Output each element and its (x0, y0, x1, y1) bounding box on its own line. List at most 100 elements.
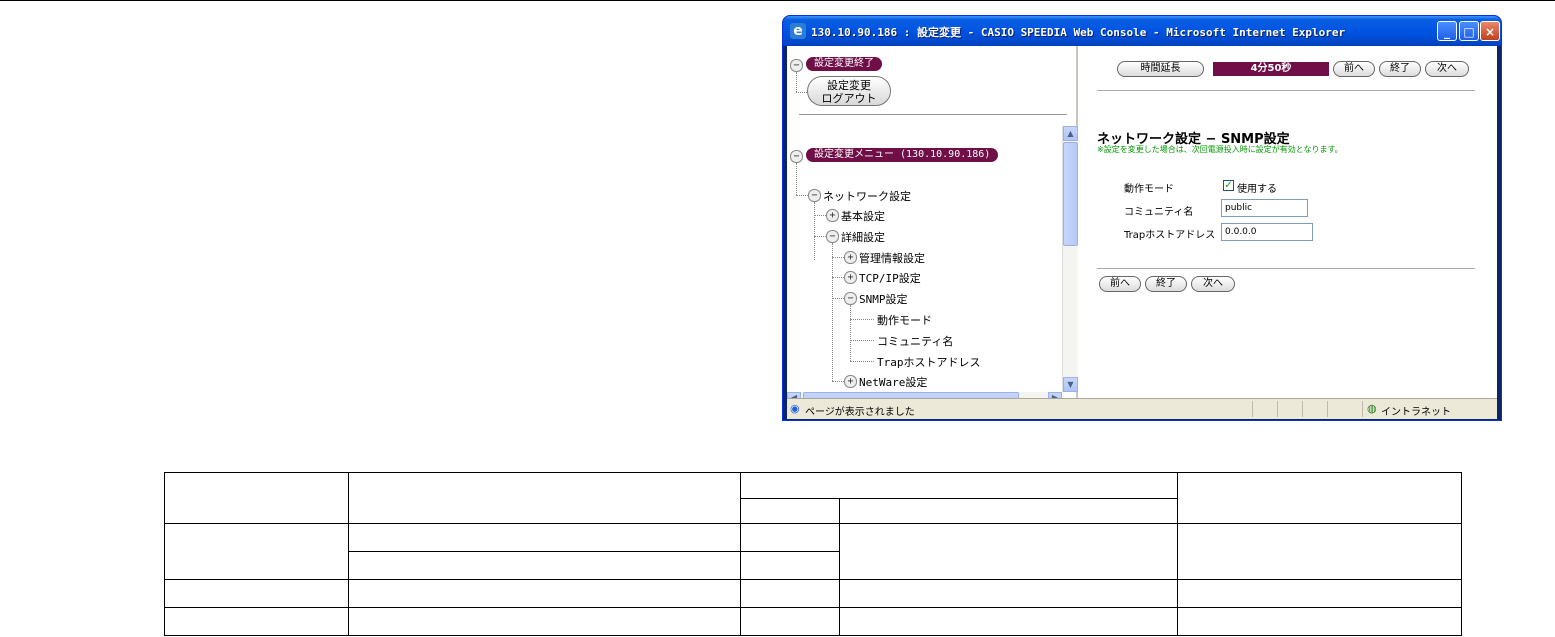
tree-toggle-netware[interactable]: + (844, 375, 857, 388)
end-button-top[interactable]: 終了 (1379, 61, 1421, 77)
tree-item-snmp-settings[interactable]: SNMP設定 (859, 291, 908, 307)
header-rule (1097, 90, 1475, 91)
table-cell (348, 472, 741, 524)
tree-toggle-snmp[interactable]: − (844, 292, 857, 305)
table-cell (164, 607, 349, 636)
footer-rule (1097, 268, 1475, 269)
tree-connector (832, 277, 844, 278)
table-cell (740, 498, 840, 524)
table-cell (164, 579, 349, 608)
logout-button[interactable]: 設定変更 ログアウト (807, 76, 891, 106)
tree-connector (832, 257, 844, 258)
status-separator (1327, 401, 1328, 417)
tree-item-netware-settings[interactable]: NetWare設定 (859, 374, 927, 390)
scroll-down-arrow-icon[interactable]: ▼ (1063, 377, 1078, 392)
maximize-button[interactable]: □ (1459, 21, 1479, 41)
content-frame: 時間延長 4分50秒 前へ 終了 次へ ネットワーク設定 − SNMP設定 ※設… (1079, 46, 1497, 404)
tree-connector (796, 163, 797, 195)
tree-item-management-info[interactable]: 管理情報設定 (859, 250, 925, 266)
window-title: 130.10.90.186 : 設定変更 - CASIO SPEEDIA Web… (811, 26, 1346, 39)
table-cell (839, 523, 1178, 580)
table-cell (164, 472, 349, 524)
table-cell (348, 607, 741, 636)
prev-button-bottom[interactable]: 前へ (1099, 276, 1141, 292)
table-cell (839, 498, 1178, 524)
vertical-scrollbar[interactable]: ▲ ▼ (1062, 126, 1078, 392)
browser-client-area: − 設定変更終了 設定変更 ログアウト − 設定変更メニュー (130.10.9… (787, 46, 1497, 404)
scroll-up-arrow-icon[interactable]: ▲ (1063, 126, 1078, 141)
table-cell (1177, 472, 1462, 524)
tree-item-tcpip-settings[interactable]: TCP/IP設定 (859, 270, 921, 286)
table-cell (1177, 579, 1462, 608)
end-section-collapse-toggle[interactable]: − (790, 59, 803, 72)
tree-connector (796, 72, 797, 92)
tree-item-detail-settings[interactable]: 詳細設定 (841, 229, 885, 245)
tree-connector (832, 381, 844, 382)
internet-explorer-icon: e (790, 23, 806, 39)
table-cell (740, 472, 1178, 499)
status-separator (1302, 401, 1303, 417)
table-cell (740, 523, 840, 552)
table-cell (164, 523, 349, 580)
tree-item-community-name[interactable]: コミュニティ名 (877, 333, 953, 349)
browser-window: e 130.10.90.186 : 設定変更 - CASIO SPEEDIA W… (783, 16, 1501, 420)
tree-connector (850, 319, 874, 320)
intranet-zone-icon: ◍ (1367, 402, 1377, 415)
page-loaded-icon: ◉ (790, 402, 800, 415)
tree-toggle-basic[interactable]: + (826, 209, 839, 222)
table-cell (839, 579, 1178, 608)
table-cell (1177, 523, 1462, 580)
tree-connector (850, 340, 874, 341)
tree-connector (850, 305, 851, 361)
settings-menu-pill: 設定変更メニュー (130.10.90.186) (806, 148, 999, 162)
tree-connector (814, 236, 826, 237)
tree-item-network-settings[interactable]: ネットワーク設定 (823, 188, 911, 204)
extend-time-button[interactable]: 時間延長 (1117, 61, 1204, 77)
tree-connector (832, 243, 833, 381)
tree-connector (850, 361, 874, 362)
status-separator (1252, 401, 1253, 417)
tree-connector (796, 92, 807, 93)
table-cell (1177, 607, 1462, 636)
table-cell (348, 579, 741, 608)
close-button[interactable]: × (1480, 21, 1500, 41)
logout-button-line2: ログアウト (821, 92, 877, 105)
status-message: ページが表示されました (805, 407, 915, 418)
tree-toggle-tcpip[interactable]: + (844, 271, 857, 284)
settings-end-pill: 設定変更終了 (806, 57, 882, 71)
tree-item-trap-host-address[interactable]: Trapホストアドレス (877, 354, 981, 370)
settings-note: ※設定を変更した場合は、次回電源投入時に設定が有効となります。 (1097, 145, 1343, 154)
community-name-input[interactable]: public (1221, 199, 1308, 217)
empty-table (164, 472, 1462, 636)
tree-toggle-detail[interactable]: − (826, 230, 839, 243)
status-separator (1277, 401, 1278, 417)
minimize-button[interactable]: _ (1437, 21, 1457, 41)
tree-connector (832, 298, 844, 299)
frame-divider (799, 114, 1067, 115)
operation-mode-checkbox[interactable]: ✓ (1223, 180, 1234, 191)
logout-button-line1: 設定変更 (827, 79, 871, 92)
tree-item-basic-settings[interactable]: 基本設定 (841, 208, 885, 224)
menu-collapse-toggle[interactable]: − (790, 150, 803, 163)
tree-connector (814, 202, 815, 260)
title-bar[interactable]: e 130.10.90.186 : 設定変更 - CASIO SPEEDIA W… (783, 16, 1501, 46)
vertical-scroll-thumb[interactable] (1063, 142, 1078, 246)
tree-item-operation-mode[interactable]: 動作モード (877, 312, 932, 328)
status-bar: ◉ ページが表示されました ◍ イントラネット (787, 398, 1497, 419)
trap-host-address-label: Trapホストアドレス (1124, 230, 1216, 241)
prev-button-top[interactable]: 前へ (1333, 61, 1375, 77)
tree-toggle-management[interactable]: + (844, 251, 857, 264)
community-name-label: コミュニティ名 (1124, 207, 1194, 218)
session-timer: 4分50秒 (1213, 62, 1329, 76)
operation-mode-checkbox-label[interactable]: 使用する (1237, 180, 1277, 195)
end-button-bottom[interactable]: 終了 (1145, 276, 1187, 292)
table-cell (740, 579, 840, 608)
tree-connector (796, 195, 808, 196)
table-cell (740, 551, 840, 580)
trap-host-address-input[interactable]: 0.0.0.0 (1221, 223, 1313, 241)
table-cell (839, 607, 1178, 636)
table-cell (740, 607, 840, 636)
tree-toggle-network[interactable]: − (808, 189, 821, 202)
next-button-top[interactable]: 次へ (1425, 61, 1469, 77)
next-button-bottom[interactable]: 次へ (1191, 276, 1235, 292)
